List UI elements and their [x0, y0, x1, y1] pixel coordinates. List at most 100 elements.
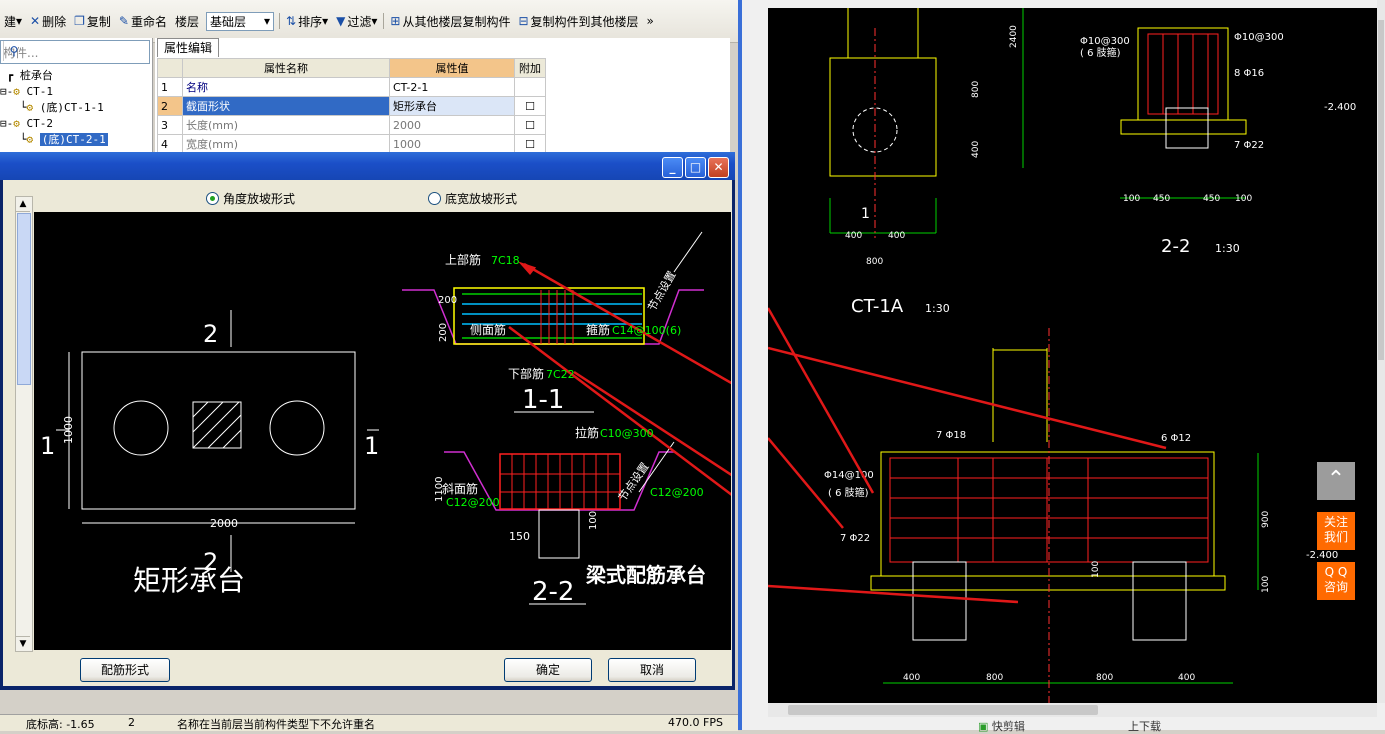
download-button[interactable]: 上下载 — [1128, 718, 1161, 734]
cad-main-dim-800b: 800 — [1096, 673, 1113, 683]
radio-width-slope[interactable]: 底宽放坡形式 — [428, 190, 517, 207]
cad-vertical-scrollbar[interactable] — [1377, 0, 1385, 703]
row-value[interactable]: CT-2-1 — [389, 77, 515, 97]
cad-section-mark-1: 1 — [861, 206, 870, 222]
copy-icon: ❐ — [74, 14, 85, 28]
table-row[interactable]: 1 名称 CT-2-1 — [157, 77, 546, 97]
copy-button[interactable]: ❐ 复制 — [70, 11, 115, 31]
copy-to-label: 复制构件到其他楼层 — [530, 14, 639, 29]
row-value[interactable]: 1000 — [389, 134, 515, 154]
scroll-up-icon[interactable]: ▲ — [16, 197, 30, 212]
cad-main-dim-800a: 800 — [986, 673, 1003, 683]
cut-1-left: 1 — [40, 432, 55, 460]
tree-item-ct2[interactable]: ⊟-⚙ CT-2 — [0, 116, 108, 132]
cad-main-dim-100: 100 — [1091, 561, 1101, 578]
cad-main-pile-left — [912, 561, 967, 641]
pane-divider[interactable] — [738, 0, 742, 730]
copy-from-floor-button[interactable]: ⊞ 从其他楼层复制构件 — [386, 11, 514, 31]
separator — [383, 13, 385, 29]
dim-1000: 1000 — [62, 416, 75, 444]
cad-horizontal-scrollbar[interactable] — [768, 703, 1377, 717]
tree-root-label: 桩承台 — [19, 69, 53, 82]
cad-main-top-rebar: 7 Φ18 — [936, 430, 966, 441]
delete-icon: ✕ — [30, 14, 41, 28]
sort-button[interactable]: ⇅ 排序 ▾ — [282, 11, 332, 31]
new-button[interactable]: 建 ▾ — [0, 11, 26, 31]
cad-dim-800b: 800 — [971, 81, 981, 98]
rename-button[interactable]: ✎ 重命名 — [115, 11, 171, 31]
table-row[interactable]: 2 截面形状 矩形承台 ☐ — [157, 96, 546, 116]
filter-button[interactable]: ▼ 过滤 ▾ — [332, 11, 381, 31]
cad-main-stirrup-2: ( 6 肢箍) — [828, 486, 869, 499]
search-icon[interactable]: ⚲ — [3, 41, 24, 61]
row-extra-checkbox[interactable]: ☐ — [514, 134, 546, 154]
cad-main-stirrups — [957, 458, 1089, 562]
tab-property-edit[interactable]: 属性编辑 — [157, 38, 220, 57]
clip-icon: ▣ — [978, 720, 989, 733]
row-extra — [514, 77, 546, 97]
dim-200-v: 200 — [438, 323, 449, 342]
row-name: 宽度(mm) — [182, 134, 390, 154]
node-setting-text: 节点设置 — [645, 269, 678, 314]
tree-item-ct1[interactable]: ⊟-⚙ CT-1 — [0, 84, 108, 100]
toolbar: 建 ▾ ✕ 删除 ❐ 复制 ✎ 重命名 楼层 基础层 ▾ ⇅ 排序 ▾ ▼ 过滤 ▾ ⊞ 从其他楼层… — [0, 0, 738, 43]
floor-select[interactable]: 基础层 ▾ — [206, 11, 274, 31]
copy-from-icon: ⊞ — [390, 14, 401, 28]
cad-dim-ct1a — [829, 198, 937, 234]
search-input[interactable]: 构件... ⚲ — [0, 40, 150, 64]
row-value[interactable]: 2000 — [389, 115, 515, 135]
side-rebar-label: 侧面筋 — [470, 322, 506, 337]
dim-200: 200 — [438, 295, 457, 306]
row-value[interactable]: 矩形承台 — [389, 96, 515, 116]
delete-label: 删除 — [42, 14, 67, 29]
cad-scroll-thumb[interactable] — [788, 705, 1098, 715]
slope-label: 斜面筋 — [442, 481, 478, 496]
gear-icon: ⚙ — [26, 133, 34, 146]
follow-us-button[interactable]: 关注 我们 — [1317, 512, 1355, 550]
section-drawing: 矩形承台 2 2 1 1 1000 2000 上部筋 7C18 侧面筋 箍筋 C… — [40, 231, 731, 607]
cad-22-mid-rebar: 8 Φ16 — [1234, 68, 1264, 79]
qq-consult-button[interactable]: Q Q 咨询 — [1317, 562, 1355, 600]
col-name-header: 属性名称 — [182, 58, 390, 78]
radio-angle-slope[interactable]: 角度放坡形式 — [206, 190, 295, 207]
back-to-top-button[interactable]: ⌃ — [1317, 462, 1355, 500]
close-button[interactable]: ✕ — [708, 157, 729, 178]
floor-label: 楼层 — [174, 14, 199, 29]
cad-ct1a-cap — [829, 57, 937, 177]
scroll-thumb[interactable] — [17, 213, 31, 385]
ok-button[interactable]: 确定 — [504, 658, 592, 682]
col-value-header: 属性值 — [389, 58, 515, 78]
scroll-down-icon[interactable]: ▼ — [16, 636, 30, 651]
cad-main-column — [992, 348, 1048, 442]
copy-to-floor-button[interactable]: ⊟ 复制构件到其他楼层 — [514, 11, 642, 31]
tree-item-ct1-1[interactable]: └⚙ (底)CT-1-1 — [0, 100, 108, 116]
row-extra-checkbox[interactable]: ☐ — [514, 96, 546, 116]
toolbar-overflow-button[interactable]: » — [643, 11, 658, 31]
dialog-body: ▲ ▼ 角度放坡形式 底宽放坡形式 矩形承台 2 2 1 1 1000 2000… — [3, 180, 732, 686]
cad-vscroll-thumb[interactable] — [1378, 20, 1384, 360]
maximize-button[interactable]: □ — [685, 157, 706, 178]
cad-scale-1: 1:30 — [925, 302, 950, 315]
status-bar: 底标高: -1.65 2 名称在当前层当前构件类型下不允许重名 470.0 FP… — [0, 714, 738, 731]
minimize-button[interactable]: _ — [662, 157, 683, 178]
table-row[interactable]: 3 长度(mm) 2000 ☐ — [157, 115, 546, 135]
plan-outline — [81, 351, 356, 510]
tree-item-root[interactable]: ┏ 桩承台 — [0, 68, 108, 84]
component-tree: ┏ 桩承台 ⊟-⚙ CT-1 └⚙ (底)CT-1-1 ⊟-⚙ CT-2 └⚙ … — [0, 68, 108, 148]
cad-dim-800: 800 — [866, 257, 883, 267]
rebar-form-button[interactable]: 配筋形式 — [80, 658, 170, 682]
table-row[interactable]: 4 宽度(mm) 1000 ☐ — [157, 134, 546, 154]
slope-mode-radios: 角度放坡形式 底宽放坡形式 — [36, 184, 731, 210]
cancel-button[interactable]: 取消 — [608, 658, 696, 682]
vertical-scrollbar[interactable]: ▲ ▼ — [15, 196, 33, 652]
component-tree-panel: 构件... ⚲ ┏ 桩承台 ⊟-⚙ CT-1 └⚙ (底)CT-1-1 ⊟-⚙ … — [0, 38, 153, 156]
quick-clip-button[interactable]: ▣ 快剪辑 — [978, 718, 1025, 734]
cad-22-stirrups — [1162, 34, 1209, 114]
dialog-titlebar[interactable]: _ □ ✕ — [0, 152, 735, 180]
node-setting-leader — [673, 231, 703, 273]
delete-button[interactable]: ✕ 删除 — [26, 11, 70, 31]
row-extra-checkbox[interactable]: ☐ — [514, 115, 546, 135]
download-label: 上下载 — [1128, 720, 1161, 733]
tree-item-ct2-1[interactable]: └⚙ (底)CT-2-1 — [0, 132, 108, 148]
radio-checked-icon — [206, 192, 219, 205]
